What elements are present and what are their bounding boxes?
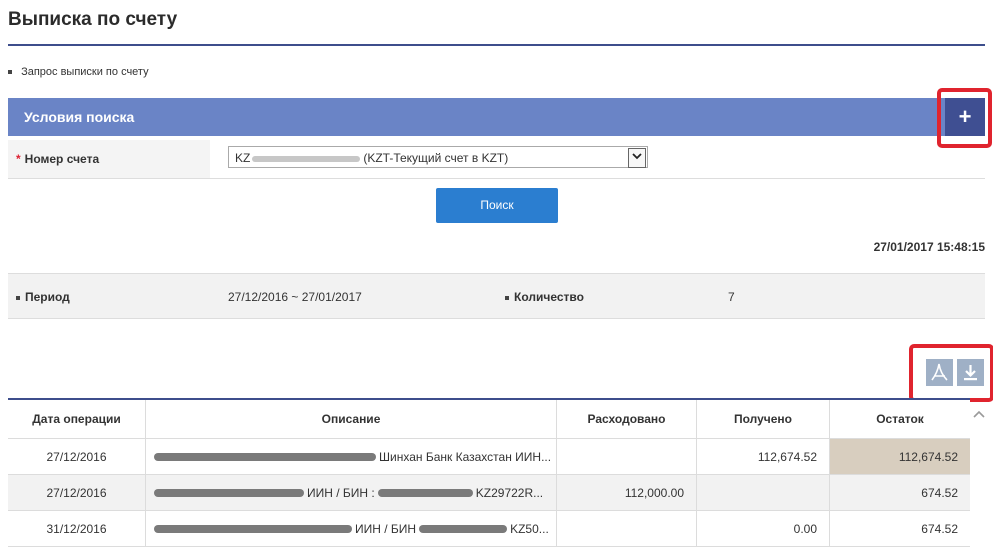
required-mark: *	[16, 152, 21, 166]
summary-row: Период 27/12/2016 ~ 27/01/2017 Количеств…	[8, 273, 985, 319]
request-statement-label: Запрос выписки по счету	[21, 66, 149, 78]
cell-date: 27/12/2016	[46, 485, 107, 500]
table-row[interactable]: 27/12/2016 ИИН / БИН : KZ29722R... 112,00…	[8, 475, 970, 511]
cell-description: ИИН / БИН : KZ29722R...	[145, 475, 556, 510]
header-received: Получено	[696, 400, 829, 438]
request-statement-link[interactable]: Запрос выписки по счету	[8, 66, 149, 78]
redacted-text	[377, 488, 473, 497]
header-balance: Остаток	[829, 400, 970, 438]
count-value: 7	[728, 290, 735, 304]
account-number-row: * Номер счета KZ (KZT-Текущий счет в KZT)	[8, 140, 985, 179]
header-date: Дата операции	[32, 412, 121, 426]
search-conditions-header: Условия поиска +	[8, 98, 985, 136]
account-number-label: * Номер счета	[8, 140, 210, 178]
title-divider	[8, 44, 985, 46]
redacted-text	[154, 524, 352, 533]
redacted-text	[419, 524, 508, 533]
search-button[interactable]: Поиск	[436, 188, 558, 223]
table-header: Дата операции Описание Расходовано Получ…	[8, 400, 970, 439]
account-prefix: KZ	[235, 151, 251, 165]
header-spent: Расходовано	[556, 400, 696, 438]
cell-description: Шинхан Банк Казахстан ИИН...	[145, 439, 556, 474]
cell-description: ИИН / БИН KZ50...	[145, 511, 556, 546]
cell-balance: 674.52	[829, 511, 970, 546]
account-suffix: (KZT-Текущий счет в KZT)	[363, 151, 509, 165]
table-row[interactable]: 31/12/2016 ИИН / БИН KZ50... 0.00 674.52	[8, 511, 970, 547]
bullet-icon	[8, 70, 12, 75]
page-title: Выписка по счету	[8, 9, 178, 30]
cell-date: 27/12/2016	[46, 449, 107, 464]
annotation-highlight-export	[909, 344, 993, 402]
period-label: Период	[16, 290, 70, 304]
cell-spent	[556, 511, 696, 546]
cell-date: 31/12/2016	[46, 521, 107, 536]
redacted-account-number	[252, 155, 361, 162]
period-value: 27/12/2016 ~ 27/01/2017	[228, 290, 362, 304]
search-conditions-title: Условия поиска	[24, 109, 135, 125]
cell-balance: 674.52	[829, 475, 970, 510]
count-label: Количество	[505, 290, 584, 304]
cell-received	[696, 475, 829, 510]
annotation-highlight-expand	[937, 88, 992, 148]
cell-received: 0.00	[696, 511, 829, 546]
query-timestamp: 27/01/2017 15:48:15	[873, 240, 985, 254]
account-number-select[interactable]: KZ (KZT-Текущий счет в KZT)	[228, 146, 648, 168]
statement-table: Дата операции Описание Расходовано Получ…	[8, 398, 970, 547]
cell-received: 112,674.52	[696, 439, 829, 474]
redacted-text	[154, 488, 304, 497]
table-row[interactable]: 27/12/2016 Шинхан Банк Казахстан ИИН... …	[8, 439, 970, 475]
cell-spent: 112,000.00	[556, 475, 696, 510]
cell-spent	[556, 439, 696, 474]
chevron-up-icon[interactable]	[972, 408, 986, 422]
chevron-down-icon[interactable]	[628, 148, 646, 168]
cell-balance: 112,674.52	[829, 439, 970, 474]
redacted-text	[154, 452, 376, 461]
header-description: Описание	[145, 400, 556, 438]
